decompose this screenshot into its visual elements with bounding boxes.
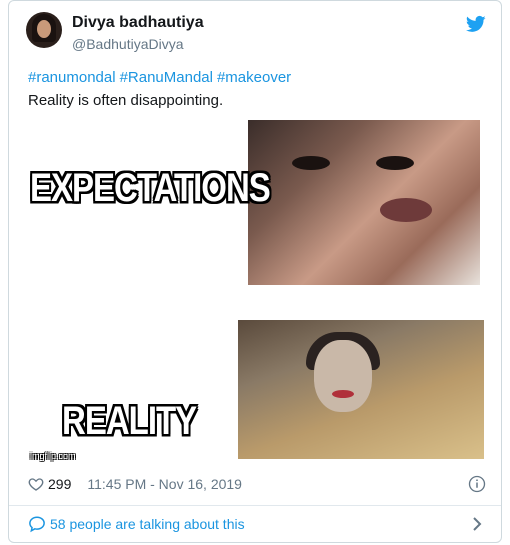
photo-eye	[292, 156, 330, 170]
author-handle[interactable]: @BadhutiyaDivya	[72, 36, 184, 52]
twitter-bird-icon[interactable]	[466, 14, 486, 34]
reality-photo	[238, 320, 484, 459]
hashtag-list: #ranumondal #RanuMandal #makeover	[28, 69, 295, 86]
tweet-footer: 299 11:45 PM - Nov 16, 2019	[28, 476, 242, 492]
heart-icon[interactable]	[28, 476, 44, 492]
conversation-count-label: 58 people are talking about this	[50, 516, 245, 532]
meme-top-label: EXPECTATIONS	[30, 165, 271, 210]
expectation-photo	[248, 120, 480, 285]
hashtag-link[interactable]: #ranumondal	[28, 69, 116, 86]
conversation-link[interactable]: 58 people are talking about this	[28, 515, 245, 533]
photo-mouth	[332, 390, 354, 398]
photo-face	[314, 340, 372, 412]
tweet-text: Reality is often disappointing.	[28, 92, 224, 109]
author-display-name[interactable]: Divya badhautiya	[72, 14, 204, 32]
info-icon[interactable]	[468, 475, 486, 493]
hashtag-link[interactable]: #makeover	[217, 69, 291, 86]
author-avatar[interactable]	[26, 12, 62, 48]
hashtag-link[interactable]: #RanuMandal	[120, 69, 213, 86]
avatar-face	[37, 20, 51, 38]
tweet-timestamp[interactable]: 11:45 PM - Nov 16, 2019	[87, 476, 242, 492]
meme-watermark: imgflip.com	[30, 451, 76, 461]
chevron-right-icon[interactable]	[470, 516, 484, 532]
meme-image[interactable]: EXPECTATIONS REALITY imgflip.com	[28, 118, 490, 463]
like-count[interactable]: 299	[48, 476, 71, 492]
photo-eye	[376, 156, 414, 170]
footer-divider	[9, 505, 501, 506]
photo-lips	[380, 198, 432, 222]
speech-bubble-icon	[29, 516, 45, 533]
meme-bottom-label: REALITY	[62, 398, 197, 443]
